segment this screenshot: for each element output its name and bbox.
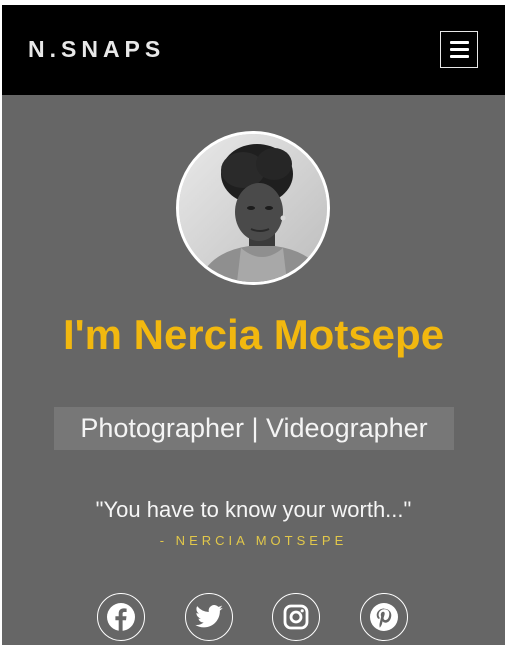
pinterest-icon	[370, 603, 398, 631]
twitter-icon	[195, 605, 223, 628]
menu-toggle-button[interactable]	[440, 31, 478, 68]
brand-logo[interactable]: N.SNAPS	[28, 36, 165, 63]
profile-photo	[176, 131, 330, 285]
instagram-link[interactable]	[272, 593, 320, 641]
twitter-link[interactable]	[185, 593, 233, 641]
hero-quote: "You have to know your worth..."	[95, 497, 412, 522]
facebook-link[interactable]	[97, 593, 145, 641]
hero-role: Photographer | Videographer	[54, 407, 454, 450]
hero-name: I'm Nercia Motsepe	[62, 311, 445, 358]
page: N.SNAPS I'm Nercia Motsepe Photographer …	[2, 5, 505, 645]
instagram-icon	[283, 604, 309, 630]
facebook-icon	[107, 603, 135, 631]
navbar: N.SNAPS	[2, 5, 505, 95]
quote-attribution: - NERCIA MOTSEPE	[159, 533, 348, 548]
pinterest-link[interactable]	[360, 593, 408, 641]
